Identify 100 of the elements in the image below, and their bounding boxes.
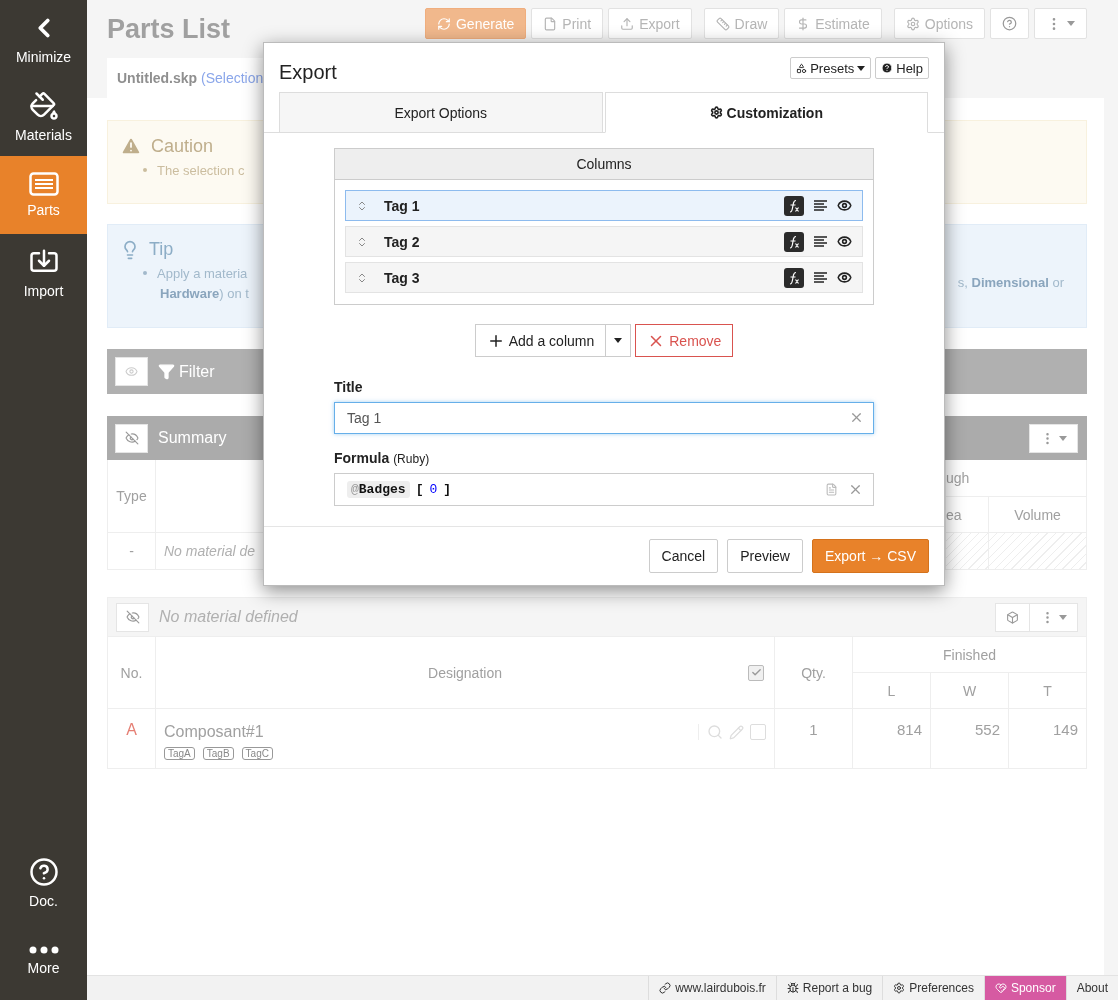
settings-icon (893, 982, 906, 994)
presets-button[interactable]: Presets (790, 57, 872, 79)
status-link[interactable]: Sponsor (983, 976, 1066, 1000)
list-icon (28, 172, 59, 196)
filter-icon (158, 363, 175, 380)
visibility-button[interactable] (116, 602, 149, 632)
help-button[interactable] (990, 8, 1029, 39)
part-name: Composant#1 (164, 723, 264, 741)
tip-text: Hardware) on t (159, 285, 249, 303)
sidebar-item[interactable]: Materials (0, 78, 87, 156)
more-button[interactable] (1034, 8, 1087, 39)
caution-title: Caution (151, 135, 214, 157)
function-icon (784, 267, 804, 288)
table-cell: 552 (931, 709, 1009, 769)
function-icon (784, 195, 804, 216)
title-field[interactable]: Tag 1 (334, 402, 874, 434)
tag: TagC (241, 747, 273, 760)
align-left-icon (814, 236, 827, 247)
eye-icon[interactable] (837, 198, 852, 213)
help-icon (28, 857, 59, 887)
upload-icon (620, 16, 635, 31)
dialog-button[interactable]: Cancel (648, 539, 719, 573)
link-icon (659, 982, 672, 994)
column-row[interactable]: Tag 3 (345, 262, 863, 293)
sort-handle-icon[interactable] (356, 199, 368, 212)
eye-icon[interactable] (837, 234, 852, 249)
clear-icon[interactable] (849, 410, 864, 425)
clear-icon[interactable] (848, 482, 863, 497)
caret-icon (857, 65, 866, 71)
help-button[interactable]: Help (875, 57, 929, 79)
warning-icon (120, 135, 142, 157)
more-icon (28, 946, 59, 954)
dialog-tab[interactable]: Export Options (279, 92, 603, 133)
file-icon (543, 16, 558, 31)
row-checkbox[interactable] (750, 724, 766, 740)
settings-icon (905, 16, 920, 31)
sort-handle-icon[interactable] (356, 271, 368, 284)
column-header: Qty. (775, 637, 853, 709)
column-header: Finished (853, 637, 1087, 673)
table-cell: 814 (853, 709, 931, 769)
menu-button[interactable] (1029, 423, 1078, 453)
sidebar-item[interactable]: More (0, 922, 87, 1000)
status-link[interactable]: www.lairdubois.fr (648, 976, 776, 1000)
visibility-button[interactable] (115, 357, 148, 386)
table-cell: - (108, 533, 156, 570)
sort-handle-icon[interactable] (356, 235, 368, 248)
dialog-tab[interactable]: Customization (604, 92, 928, 133)
box-icon (1006, 610, 1019, 624)
status-link[interactable]: About (1065, 976, 1118, 1000)
pencil-icon[interactable] (729, 724, 744, 740)
column-header: Designation (156, 637, 775, 709)
visibility-button[interactable] (115, 423, 148, 453)
document-icon[interactable] (825, 483, 838, 496)
sidebar-item[interactable]: Minimize (0, 0, 87, 78)
align-left-icon (814, 272, 827, 283)
tag: TagA (164, 747, 195, 760)
column-row[interactable]: Tag 1 (345, 190, 863, 221)
caret-icon (1067, 21, 1075, 26)
status-link[interactable]: Preferences (882, 976, 984, 1000)
column-header: Type (108, 460, 156, 533)
column-row[interactable]: Tag 2 (345, 226, 863, 257)
column-header: W (931, 673, 1009, 709)
paint-bucket-icon (28, 91, 59, 121)
dropdown-button[interactable] (606, 324, 632, 357)
eye-off-icon (125, 610, 140, 624)
group-title: No material defined (159, 608, 298, 626)
help-icon (881, 62, 894, 74)
formula-field[interactable]: @Badges [ 0 ] (334, 473, 874, 506)
tip-title: Tip (149, 239, 174, 260)
field-label: Formula (Ruby) (334, 450, 431, 466)
remove-button[interactable]: Remove (635, 324, 734, 357)
field-label: Title (334, 379, 364, 395)
help-icon (1002, 16, 1017, 31)
column-header: T (1009, 673, 1087, 709)
eye-icon (125, 365, 138, 378)
table-cell: A (108, 709, 156, 769)
column-header: ugh (946, 460, 1087, 497)
eye-icon[interactable] (837, 270, 852, 285)
status-link[interactable]: Report a bug (775, 976, 883, 1000)
table-cell: 1 (775, 709, 853, 769)
tag: TagB (202, 747, 234, 760)
dialog-button[interactable]: Preview (727, 539, 803, 573)
check-icon (750, 667, 762, 678)
search-icon[interactable] (707, 724, 723, 740)
column-header: L (853, 673, 931, 709)
select-all-checkbox[interactable] (748, 664, 764, 681)
sidebar-item[interactable]: Import (0, 234, 87, 312)
table-cell: 149 (1009, 709, 1087, 769)
box-button[interactable] (995, 602, 1030, 632)
column-header: No. (108, 637, 156, 709)
dialog-title: Export (279, 61, 337, 84)
hatched-cell (946, 533, 989, 570)
function-icon (784, 231, 804, 252)
sidebar-item[interactable]: Doc. (0, 844, 87, 922)
caret-icon (614, 338, 623, 343)
add-column-button[interactable]: Add a column (474, 324, 607, 357)
tip-text: Apply a materia (120, 264, 249, 284)
page-title: Parts List (107, 14, 231, 45)
eye-off-icon (124, 431, 139, 445)
menu-button[interactable] (1030, 602, 1078, 632)
